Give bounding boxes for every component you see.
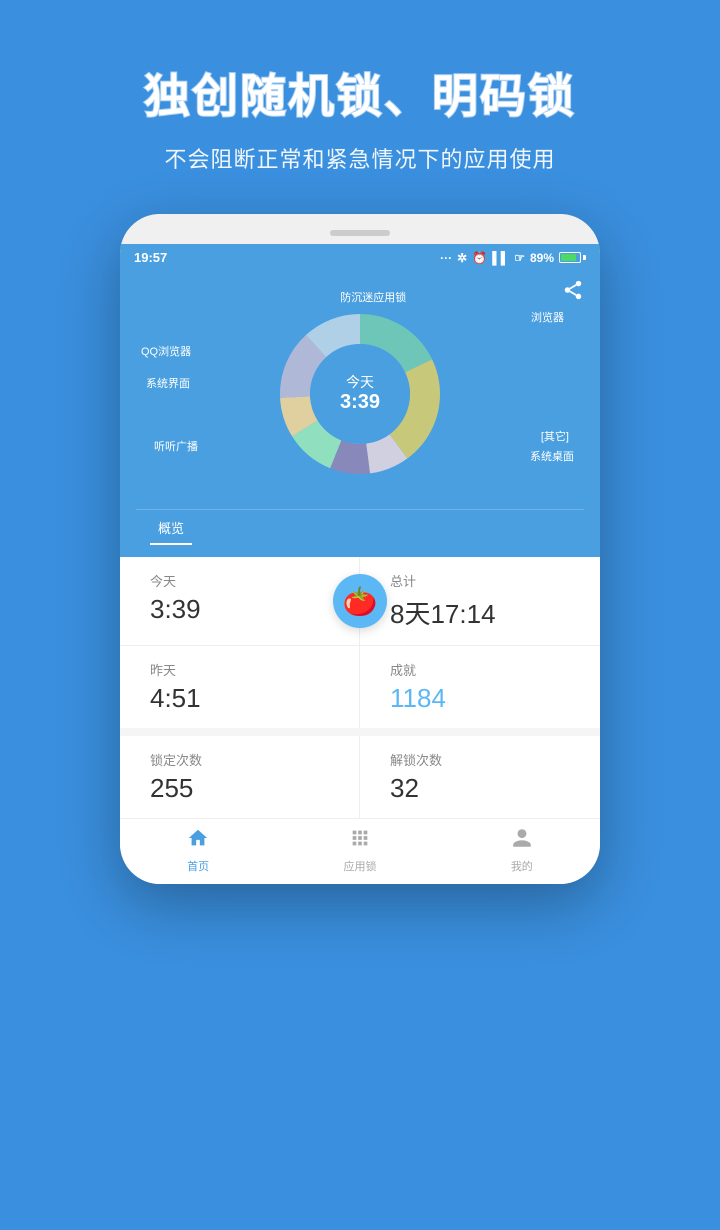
app-content: 防沉迷应用锁 浏览器 [其它] 系统桌面 微信 听听广播 系统界面 QQ浏览器	[120, 271, 600, 557]
lock-count-label: 锁定次数	[150, 750, 359, 769]
label-system: 系统界面	[146, 375, 190, 391]
nav-label-mine: 我的	[511, 858, 533, 874]
total-value: 8天17:14	[390, 594, 600, 631]
stats-section: 今天 3:39 总计 8天17:14 🍅 昨天 4:51	[120, 557, 600, 728]
label-desktop: 系统桌面	[530, 448, 574, 464]
unlock-count-cell: 解锁次数 32	[360, 736, 600, 818]
lock-count-value: 255	[150, 773, 359, 804]
yesterday-label: 昨天	[150, 660, 359, 679]
battery-icon	[559, 252, 586, 263]
chart-center-label: 今天	[346, 374, 374, 390]
unlock-count-label: 解锁次数	[390, 750, 600, 769]
battery-percent: 89%	[530, 251, 554, 265]
phone-speaker	[330, 230, 390, 236]
achievement-label: 成就	[390, 660, 600, 679]
header-section: 独创随机锁、明码锁 不会阻断正常和紧急情况下的应用使用	[0, 0, 720, 204]
label-qq: QQ浏览器	[141, 343, 191, 359]
nav-label-home: 首页	[187, 858, 209, 874]
chart-center-time: 3:39	[340, 391, 380, 413]
donut-svg: 今天 3:39	[260, 294, 460, 494]
tab-overview[interactable]: 概览	[150, 514, 192, 545]
sub-title: 不会阻断正常和紧急情况下的应用使用	[40, 142, 680, 174]
stat-total: 总计 8天17:14	[360, 557, 600, 645]
phone-top	[120, 214, 600, 244]
wifi-icon: ☞	[514, 251, 525, 265]
lock-stats-grid: 锁定次数 255 解锁次数 32	[120, 736, 600, 818]
person-icon	[511, 827, 533, 855]
app-tab-bar: 概览	[136, 509, 584, 545]
label-browser: 浏览器	[531, 309, 564, 325]
bluetooth-icon: ···	[440, 251, 452, 265]
nav-item-mine[interactable]: 我的	[511, 827, 533, 874]
status-time: 19:57	[134, 250, 167, 265]
total-label: 总计	[390, 571, 600, 590]
main-title: 独创随机锁、明码锁	[40, 60, 680, 126]
signal-icon: ▌▌	[492, 251, 509, 265]
tomato-button[interactable]: 🍅	[333, 574, 387, 628]
lock-stats-section: 锁定次数 255 解锁次数 32	[120, 728, 600, 818]
stats-bottom: 昨天 4:51 成就 1184	[120, 646, 600, 728]
phone-mockup: 19:57 ··· ✲ ⏰ ▌▌ ☞ 89%	[120, 214, 600, 884]
chart-area: 防沉迷应用锁 浏览器 [其它] 系统桌面 微信 听听广播 系统界面 QQ浏览器	[136, 279, 584, 509]
bottom-nav: 首页 应用锁 我的	[120, 818, 600, 884]
stat-today: 今天 3:39	[120, 557, 360, 645]
nav-item-applock[interactable]: 应用锁	[343, 827, 376, 874]
apps-icon	[349, 827, 371, 855]
unlock-count-value: 32	[390, 773, 600, 804]
stat-achievement: 成就 1184	[360, 646, 600, 728]
today-value: 3:39	[150, 594, 359, 625]
alarm-icon: ⏰	[472, 251, 487, 265]
status-right: ··· ✲ ⏰ ▌▌ ☞ 89%	[440, 251, 586, 265]
nav-item-home[interactable]: 首页	[187, 827, 209, 874]
label-radio: 听听广播	[154, 438, 198, 454]
status-bar: 19:57 ··· ✲ ⏰ ▌▌ ☞ 89%	[120, 244, 600, 271]
tomato-icon: 🍅	[343, 585, 378, 618]
donut-chart-container: 今天 3:39	[260, 294, 460, 494]
stats-top: 今天 3:39 总计 8天17:14 🍅	[120, 557, 600, 646]
yesterday-value: 4:51	[150, 683, 359, 714]
label-other: [其它]	[541, 428, 569, 444]
today-label: 今天	[150, 571, 359, 590]
home-icon	[187, 827, 209, 855]
nav-label-applock: 应用锁	[343, 858, 376, 874]
bt-icon: ✲	[457, 251, 467, 265]
achievement-value: 1184	[390, 683, 600, 714]
stat-yesterday: 昨天 4:51	[120, 646, 360, 728]
lock-count-cell: 锁定次数 255	[120, 736, 360, 818]
